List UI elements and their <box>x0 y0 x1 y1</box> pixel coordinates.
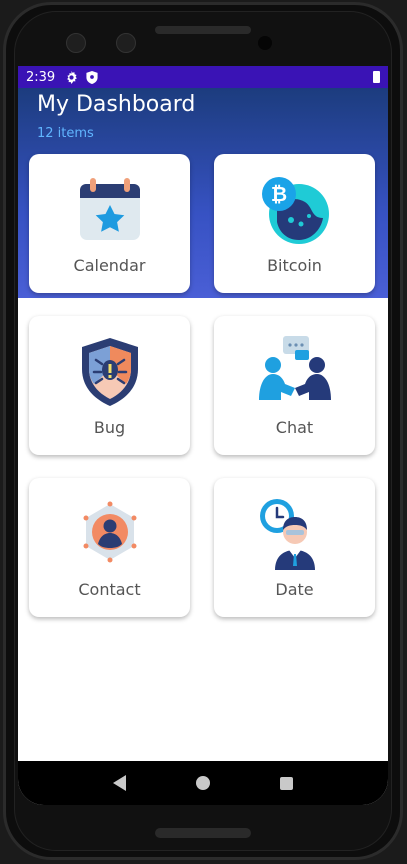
front-sensor-right <box>116 33 136 53</box>
item-count: 12 items <box>37 126 94 141</box>
card-calendar[interactable]: Calendar <box>29 154 190 293</box>
battery-icon <box>373 71 380 83</box>
card-label: Calendar <box>73 256 146 275</box>
calendar-icon <box>79 178 140 240</box>
card-label: Date <box>275 580 314 599</box>
bottom-speaker <box>155 828 251 838</box>
card-bug[interactable]: Bug <box>29 316 190 455</box>
back-icon[interactable] <box>113 775 126 791</box>
front-camera <box>258 36 272 50</box>
card-bitcoin[interactable]: ₿ Bitcoin <box>214 154 375 293</box>
card-label: Contact <box>78 580 141 599</box>
home-icon[interactable] <box>196 776 210 790</box>
bug-shield-icon <box>81 338 138 406</box>
recents-icon[interactable] <box>280 776 293 790</box>
card-chat[interactable]: Chat <box>214 316 375 455</box>
page-title: My Dashboard <box>37 92 196 117</box>
card-contact[interactable]: Contact <box>29 478 190 617</box>
card-date[interactable]: Date <box>214 478 375 617</box>
front-sensor-left <box>66 33 86 53</box>
card-label: Bug <box>93 418 126 437</box>
card-label: Bitcoin <box>267 256 322 275</box>
bitcoin-icon: ₿ <box>261 177 329 244</box>
contact-icon <box>83 501 136 563</box>
svg-text:₿: ₿ <box>270 182 286 206</box>
status-time: 2:39 <box>26 69 56 85</box>
earpiece-speaker <box>155 26 251 34</box>
system-nav-bar <box>18 761 388 805</box>
shield-icon <box>86 70 98 84</box>
app-screen: 2:39 My Dashboard 12 items Calendar ₿ Bi… <box>18 66 388 805</box>
card-label: Chat <box>275 418 314 437</box>
gear-icon <box>65 70 78 84</box>
date-icon <box>259 499 315 570</box>
chat-icon <box>258 336 331 400</box>
status-bar: 2:39 <box>18 66 388 88</box>
